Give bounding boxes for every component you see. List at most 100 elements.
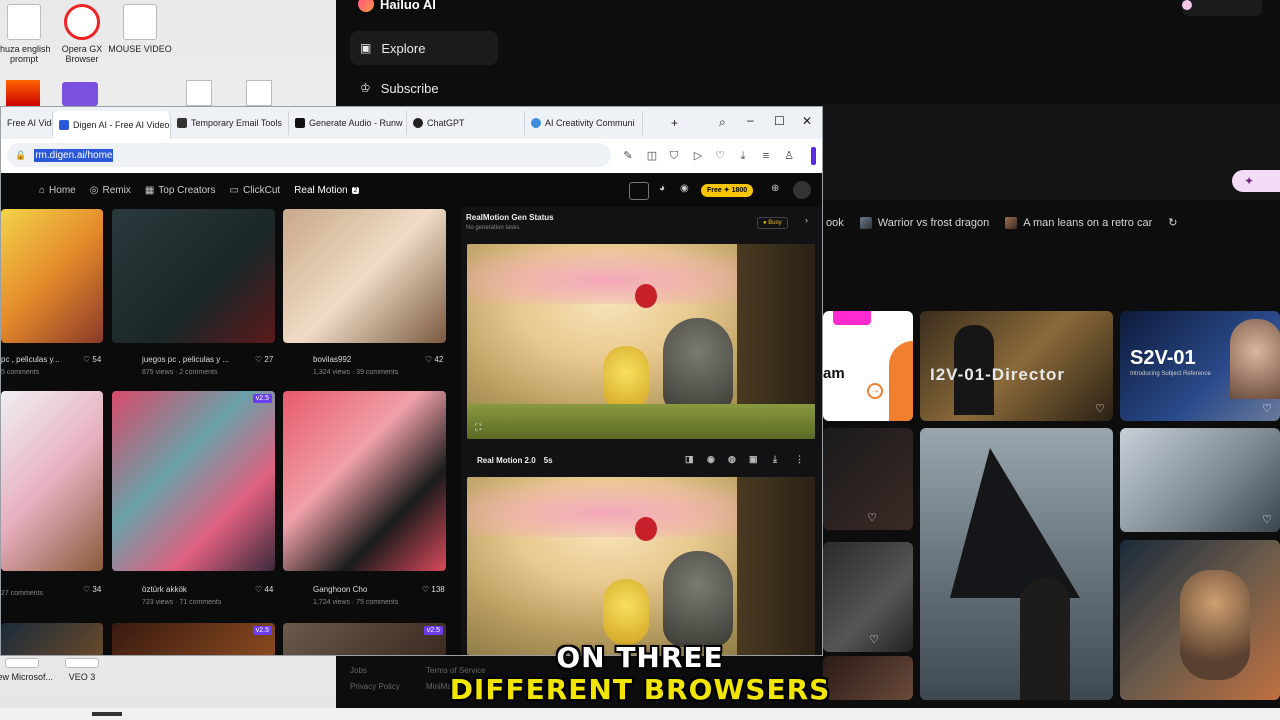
generate-button[interactable]: ✦ bbox=[1232, 170, 1280, 192]
tab-free-ai-video[interactable]: Free AI Vide bbox=[1, 111, 53, 135]
url-text: rm.digen.ai/home bbox=[34, 148, 114, 162]
share-icon[interactable]: ◍ bbox=[728, 454, 736, 465]
caption-overlay: ON THREE DIFFERENT BROWSERS bbox=[0, 642, 1280, 706]
apps-icon[interactable] bbox=[629, 182, 649, 200]
video-preview[interactable] bbox=[467, 477, 815, 655]
heart-icon[interactable]: ♡ bbox=[713, 149, 727, 163]
tab-bar: Free AI Vide Digen AI - Free AI Video Te… bbox=[1, 107, 822, 139]
duckling bbox=[603, 579, 649, 645]
tree-trunk bbox=[737, 477, 815, 655]
remix-icon[interactable]: ◉ bbox=[707, 454, 715, 465]
card-pyramid-shape bbox=[950, 448, 1080, 598]
desktop-icon-thuza[interactable]: thuza english prompt bbox=[0, 4, 56, 64]
like-count[interactable]: ♡ 34 bbox=[83, 585, 101, 594]
chip[interactable]: ook bbox=[826, 217, 844, 229]
chevron-right-icon[interactable]: › bbox=[805, 215, 808, 225]
nav-remix[interactable]: ◎ Remix bbox=[90, 185, 131, 196]
more-icon[interactable]: ⋮ bbox=[795, 454, 804, 465]
post-thumbnail[interactable] bbox=[283, 209, 446, 343]
download-icon[interactable]: ⤓ bbox=[736, 149, 750, 163]
like-value: 44 bbox=[264, 585, 274, 594]
like-count[interactable]: ♡ 42 bbox=[425, 355, 443, 364]
like-count[interactable]: ♡ 54 bbox=[83, 355, 101, 364]
desktop-icon-mouse-video[interactable]: MOUSE VIDEO bbox=[108, 4, 172, 54]
post-thumbnail[interactable] bbox=[112, 209, 275, 343]
shield-icon[interactable]: ⛉ bbox=[667, 149, 681, 163]
card-s2v[interactable]: S2V-01 Introducing Subject Reference ♡ bbox=[1120, 311, 1280, 421]
duckling bbox=[603, 346, 649, 412]
like-count[interactable]: ♡ 138 bbox=[422, 585, 445, 594]
credits-badge[interactable]: Free ✦ 1800 bbox=[701, 184, 754, 197]
chip-label: A man leans on a retro car bbox=[1023, 216, 1153, 229]
tab-ai-creativity[interactable]: AI Creativity Communi bbox=[525, 111, 643, 135]
search-tabs-icon[interactable]: ⌕ bbox=[719, 115, 726, 130]
globe-icon[interactable]: ⊕ bbox=[771, 183, 779, 194]
nav-clickcut[interactable]: ▭ ClickCut bbox=[230, 185, 281, 196]
like-count[interactable]: ♡ 44 bbox=[255, 585, 273, 594]
video-preview[interactable]: ⛶ bbox=[467, 244, 815, 439]
user-area[interactable] bbox=[1182, 0, 1262, 16]
nav-real-motion[interactable]: Real Motion 2 bbox=[294, 185, 360, 196]
compare-icon[interactable]: ◨ bbox=[685, 454, 694, 465]
post-stats: 27 comments bbox=[1, 590, 44, 597]
community-favicon bbox=[531, 118, 541, 128]
whatsapp-icon[interactable]: ◉ bbox=[680, 183, 689, 194]
discord-icon[interactable]: ◕ bbox=[659, 183, 665, 194]
post-thumbnail[interactable] bbox=[1, 209, 103, 343]
document-icon[interactable] bbox=[246, 80, 272, 106]
heart-icon[interactable]: ♡ bbox=[867, 511, 877, 524]
refresh-icon[interactable]: ↻ bbox=[1168, 216, 1177, 229]
tab-runway[interactable]: Generate Audio - Runw bbox=[289, 111, 407, 135]
menu-icon[interactable]: ≡ bbox=[759, 149, 773, 163]
new-tab-icon[interactable]: + bbox=[671, 116, 678, 130]
post-thumbnail[interactable] bbox=[1, 391, 103, 571]
gen-status-panel: RealMotion Gen Status No generation task… bbox=[461, 207, 822, 655]
card-cave[interactable]: ♡ bbox=[823, 428, 913, 530]
edit-icon[interactable]: ✎ bbox=[621, 149, 635, 163]
card-i2v-director[interactable]: I2V-01-Director ♡ bbox=[920, 311, 1113, 421]
nav-home[interactable]: ⌂ Home bbox=[39, 185, 76, 196]
profile-icon[interactable]: ♙ bbox=[782, 149, 796, 163]
sidebar-toggle[interactable] bbox=[811, 147, 816, 165]
tab-digen[interactable]: Digen AI - Free AI Video bbox=[53, 111, 171, 139]
tab-temp-email[interactable]: Temporary Email Tools bbox=[171, 111, 289, 135]
play-icon[interactable]: ▷ bbox=[691, 149, 705, 163]
nav-explore[interactable]: ▣ Explore bbox=[350, 31, 498, 65]
taskbar-indicator bbox=[92, 712, 122, 716]
tab-chatgpt[interactable]: ChatGPT bbox=[407, 111, 525, 135]
minimize-icon[interactable]: – bbox=[747, 113, 754, 127]
folder-icon[interactable] bbox=[62, 82, 98, 106]
heart-icon[interactable]: ♡ bbox=[1262, 513, 1272, 526]
post-thumbnail[interactable] bbox=[283, 391, 446, 571]
url-field[interactable]: 🔒 rm.digen.ai/home bbox=[7, 143, 611, 167]
expand-icon[interactable]: ⛶ bbox=[475, 422, 481, 433]
chip[interactable]: A man leans on a retro car bbox=[1005, 216, 1153, 229]
hailuo-logo[interactable]: Hailuo AI bbox=[358, 0, 436, 12]
address-bar: 🔒 rm.digen.ai/home ✎ ◫ ⛉ ▷ ♡ ⤓ ≡ ♙ bbox=[1, 139, 822, 173]
card-flying[interactable]: ♡ bbox=[1120, 428, 1280, 532]
app-icon[interactable] bbox=[6, 80, 40, 106]
card-dancer[interactable]: ♡ bbox=[823, 542, 913, 652]
nav-subscribe[interactable]: ♔ Subscribe bbox=[350, 71, 498, 105]
remix-icon: ◎ bbox=[89, 184, 99, 196]
nav-label: Explore bbox=[381, 40, 426, 56]
download-icon[interactable]: ⤓ bbox=[773, 454, 777, 465]
desktop-icon-opera-gx[interactable]: Opera GX Browser bbox=[50, 4, 114, 64]
close-icon[interactable]: ✕ bbox=[802, 114, 812, 128]
apple bbox=[635, 284, 657, 308]
site-nav: ⌂ Home ◎ Remix ▦ Top Creators ▭ ClickCut Rea… bbox=[1, 173, 822, 207]
gallery-icon[interactable]: ▣ bbox=[749, 454, 758, 465]
chip[interactable]: Warrior vs frost dragon bbox=[859, 216, 989, 229]
camera-icon[interactable]: ◫ bbox=[645, 149, 659, 163]
heart-icon[interactable]: ♡ bbox=[1262, 402, 1272, 415]
maximize-icon[interactable]: ☐ bbox=[774, 114, 785, 128]
nav-top-creators[interactable]: ▦ Top Creators bbox=[145, 185, 216, 196]
document-icon bbox=[7, 4, 41, 40]
like-count[interactable]: ♡ 27 bbox=[255, 355, 273, 364]
post-meta: juegos pc , peliculas y ... 875 views · 2… bbox=[142, 355, 229, 376]
avatar[interactable] bbox=[793, 181, 811, 199]
heart-icon[interactable]: ♡ bbox=[1095, 402, 1105, 415]
post-thumbnail[interactable]: v2.5 bbox=[112, 391, 275, 571]
document-icon[interactable] bbox=[186, 80, 212, 106]
card-partial[interactable]: am → bbox=[823, 311, 913, 421]
